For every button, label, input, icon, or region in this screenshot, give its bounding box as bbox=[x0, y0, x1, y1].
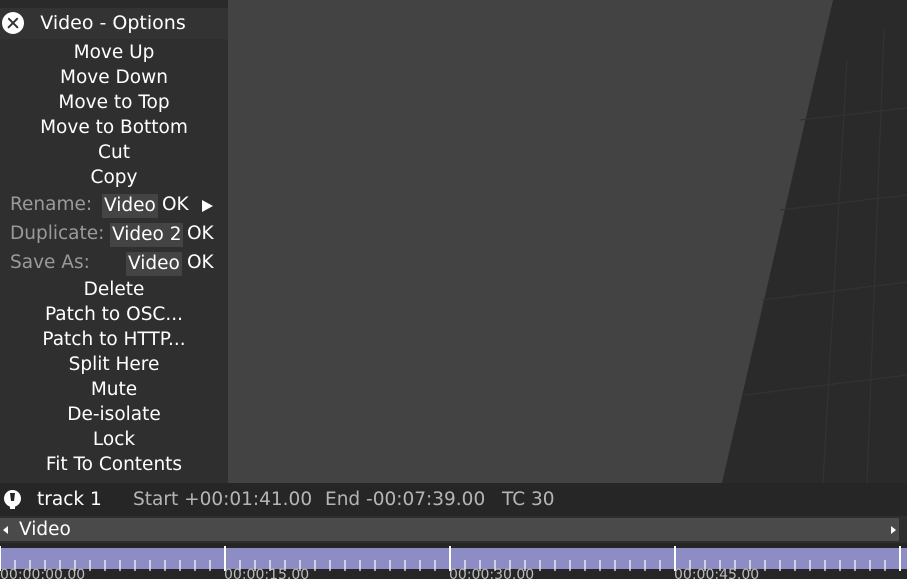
patch-to-osc-item[interactable]: Patch to OSC... bbox=[0, 303, 228, 327]
cut-item[interactable]: Cut bbox=[0, 141, 228, 165]
fit-to-contents-item[interactable]: Fit To Contents bbox=[0, 453, 228, 477]
track-name[interactable]: track 1 bbox=[37, 483, 102, 516]
ruler-label: 00:00:30.00 bbox=[449, 567, 535, 579]
track-pin-icon[interactable] bbox=[3, 489, 22, 510]
de-isolate-item[interactable]: De-isolate bbox=[0, 403, 228, 427]
rename-label: Rename: bbox=[10, 194, 93, 215]
rename-row: Rename: Video OK bbox=[0, 193, 228, 219]
options-menu-header: Video - Options bbox=[0, 8, 228, 39]
track-start-time[interactable]: Start +00:01:41.00 bbox=[133, 483, 312, 516]
options-menu-title: Video - Options bbox=[40, 12, 186, 34]
move-to-bottom-item[interactable]: Move to Bottom bbox=[0, 116, 228, 140]
ruler-label: 00:00:15.00 bbox=[224, 567, 310, 579]
options-menu: Video - Options Move Up Move Down Move t… bbox=[0, 8, 228, 483]
move-down-item[interactable]: Move Down bbox=[0, 66, 228, 90]
close-icon[interactable] bbox=[2, 12, 24, 34]
ruler-label: 00:00:45.00 bbox=[674, 567, 760, 579]
duplicate-input[interactable]: Video 2 bbox=[110, 223, 184, 247]
duplicate-label: Duplicate: bbox=[10, 223, 105, 244]
layer-name[interactable]: Video bbox=[19, 518, 71, 541]
duplicate-ok-button[interactable]: OK bbox=[187, 222, 214, 246]
ruler-label: 00:00:00.00 bbox=[0, 567, 86, 579]
rename-arrow-icon[interactable] bbox=[202, 200, 213, 212]
save-as-ok-button[interactable]: OK bbox=[187, 251, 214, 275]
lock-item[interactable]: Lock bbox=[0, 428, 228, 452]
delete-item[interactable]: Delete bbox=[0, 278, 228, 302]
layer-header: Video bbox=[0, 516, 907, 543]
patch-to-http-item[interactable]: Patch to HTTP... bbox=[0, 328, 228, 352]
move-up-item[interactable]: Move Up bbox=[0, 41, 228, 65]
duplicate-row: Duplicate: Video 2 OK bbox=[0, 222, 228, 248]
save-as-label: Save As: bbox=[10, 252, 90, 273]
track-end-time[interactable]: End -00:07:39.00 bbox=[325, 483, 485, 516]
move-to-top-item[interactable]: Move to Top bbox=[0, 91, 228, 115]
rename-ok-button[interactable]: OK bbox=[162, 193, 189, 217]
split-here-item[interactable]: Split Here bbox=[0, 353, 228, 377]
track-info-bar: track 1 Start +00:01:41.00 End -00:07:39… bbox=[0, 483, 907, 516]
copy-item[interactable]: Copy bbox=[0, 166, 228, 190]
track-timecode-rate[interactable]: TC 30 bbox=[502, 483, 555, 516]
collapse-left-icon[interactable] bbox=[3, 526, 8, 534]
rename-input[interactable]: Video bbox=[102, 194, 158, 218]
expand-right-icon[interactable] bbox=[891, 526, 896, 534]
save-as-row: Save As: Video OK bbox=[0, 251, 228, 277]
mute-item[interactable]: Mute bbox=[0, 378, 228, 402]
save-as-input[interactable]: Video bbox=[126, 252, 182, 276]
timeline-ruler[interactable]: 00:00:00.00 00:00:15.00 00:00:30.00 00:0… bbox=[0, 543, 907, 579]
ruler-band-fill bbox=[0, 548, 907, 569]
layer-strip[interactable]: Video bbox=[0, 518, 899, 541]
